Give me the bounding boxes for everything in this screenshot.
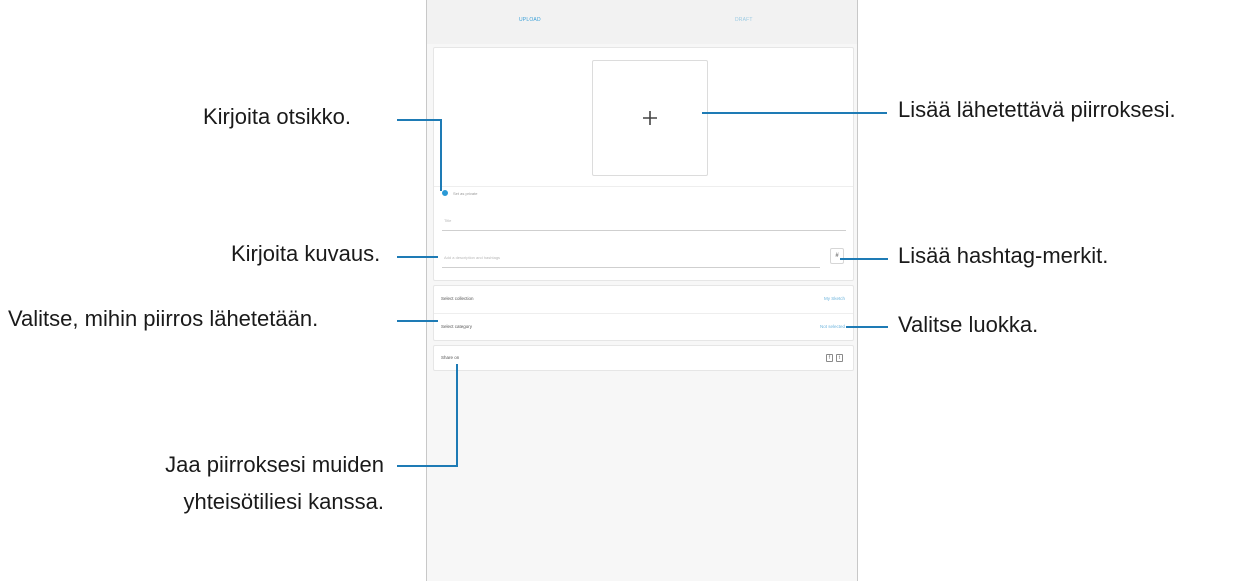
leader-category <box>846 326 888 328</box>
share-card: Share on f t <box>433 345 854 371</box>
select-collection-row[interactable]: Select collection My Sketch <box>434 286 853 313</box>
select-category-label: Select category <box>441 324 473 329</box>
upload-form-card: Set as private Title Add a description a… <box>433 47 854 281</box>
leader-add-drawing <box>702 112 887 114</box>
annotation-hashtags: Lisää hashtag-merkit. <box>898 243 1109 268</box>
title-input[interactable]: Title <box>442 213 846 231</box>
radio-icon[interactable] <box>442 190 448 196</box>
add-drawing-button[interactable] <box>592 60 708 176</box>
select-collection-label: Select collection <box>441 296 474 301</box>
share-icons: f t <box>826 354 843 362</box>
hashtag-button[interactable]: # <box>830 248 844 264</box>
private-option-label: Set as private <box>453 190 478 196</box>
leader-collection <box>397 320 438 322</box>
description-input[interactable]: Add a description and hashtags <box>442 250 820 268</box>
twitter-icon[interactable]: t <box>836 354 843 362</box>
app-screen: UPLOAD DRAFT Set as private Title Add a … <box>426 0 858 581</box>
tab-draft[interactable]: DRAFT <box>735 17 753 23</box>
tab-bar: UPLOAD DRAFT <box>427 0 857 44</box>
annotation-title: Kirjoita otsikko. <box>203 104 351 129</box>
annotation-add-drawing: Lisää lähetettävä piirroksesi. <box>898 97 1176 122</box>
leader-share-h <box>397 465 458 467</box>
leader-share-v <box>456 364 458 467</box>
leader-hashtags <box>840 258 888 260</box>
title-placeholder: Title <box>444 218 452 223</box>
plus-icon <box>593 61 707 175</box>
leader-title-h <box>397 119 442 121</box>
annotation-description: Kirjoita kuvaus. <box>231 241 381 266</box>
select-category-value[interactable]: Not selected <box>820 324 845 329</box>
tab-upload[interactable]: UPLOAD <box>519 17 541 23</box>
select-card: Select collection My Sketch Select categ… <box>433 285 854 341</box>
leader-title-v <box>440 119 442 191</box>
leader-description <box>397 256 438 258</box>
facebook-icon[interactable]: f <box>826 354 833 362</box>
description-placeholder: Add a description and hashtags <box>444 255 501 260</box>
annotation-category: Valitse luokka. <box>898 312 1039 337</box>
annotation-collection: Valitse, mihin piirros lähetetään. <box>8 306 319 331</box>
private-option[interactable]: Set as private <box>442 190 477 196</box>
share-label: Share on <box>441 355 460 360</box>
divider <box>434 186 853 187</box>
annotation-share-line2: yhteisötiliesi kanssa. <box>183 489 384 514</box>
select-category-row[interactable]: Select category Not selected <box>434 313 853 340</box>
select-collection-value[interactable]: My Sketch <box>824 296 845 301</box>
annotation-share-line1: Jaa piirroksesi muiden <box>165 452 384 477</box>
